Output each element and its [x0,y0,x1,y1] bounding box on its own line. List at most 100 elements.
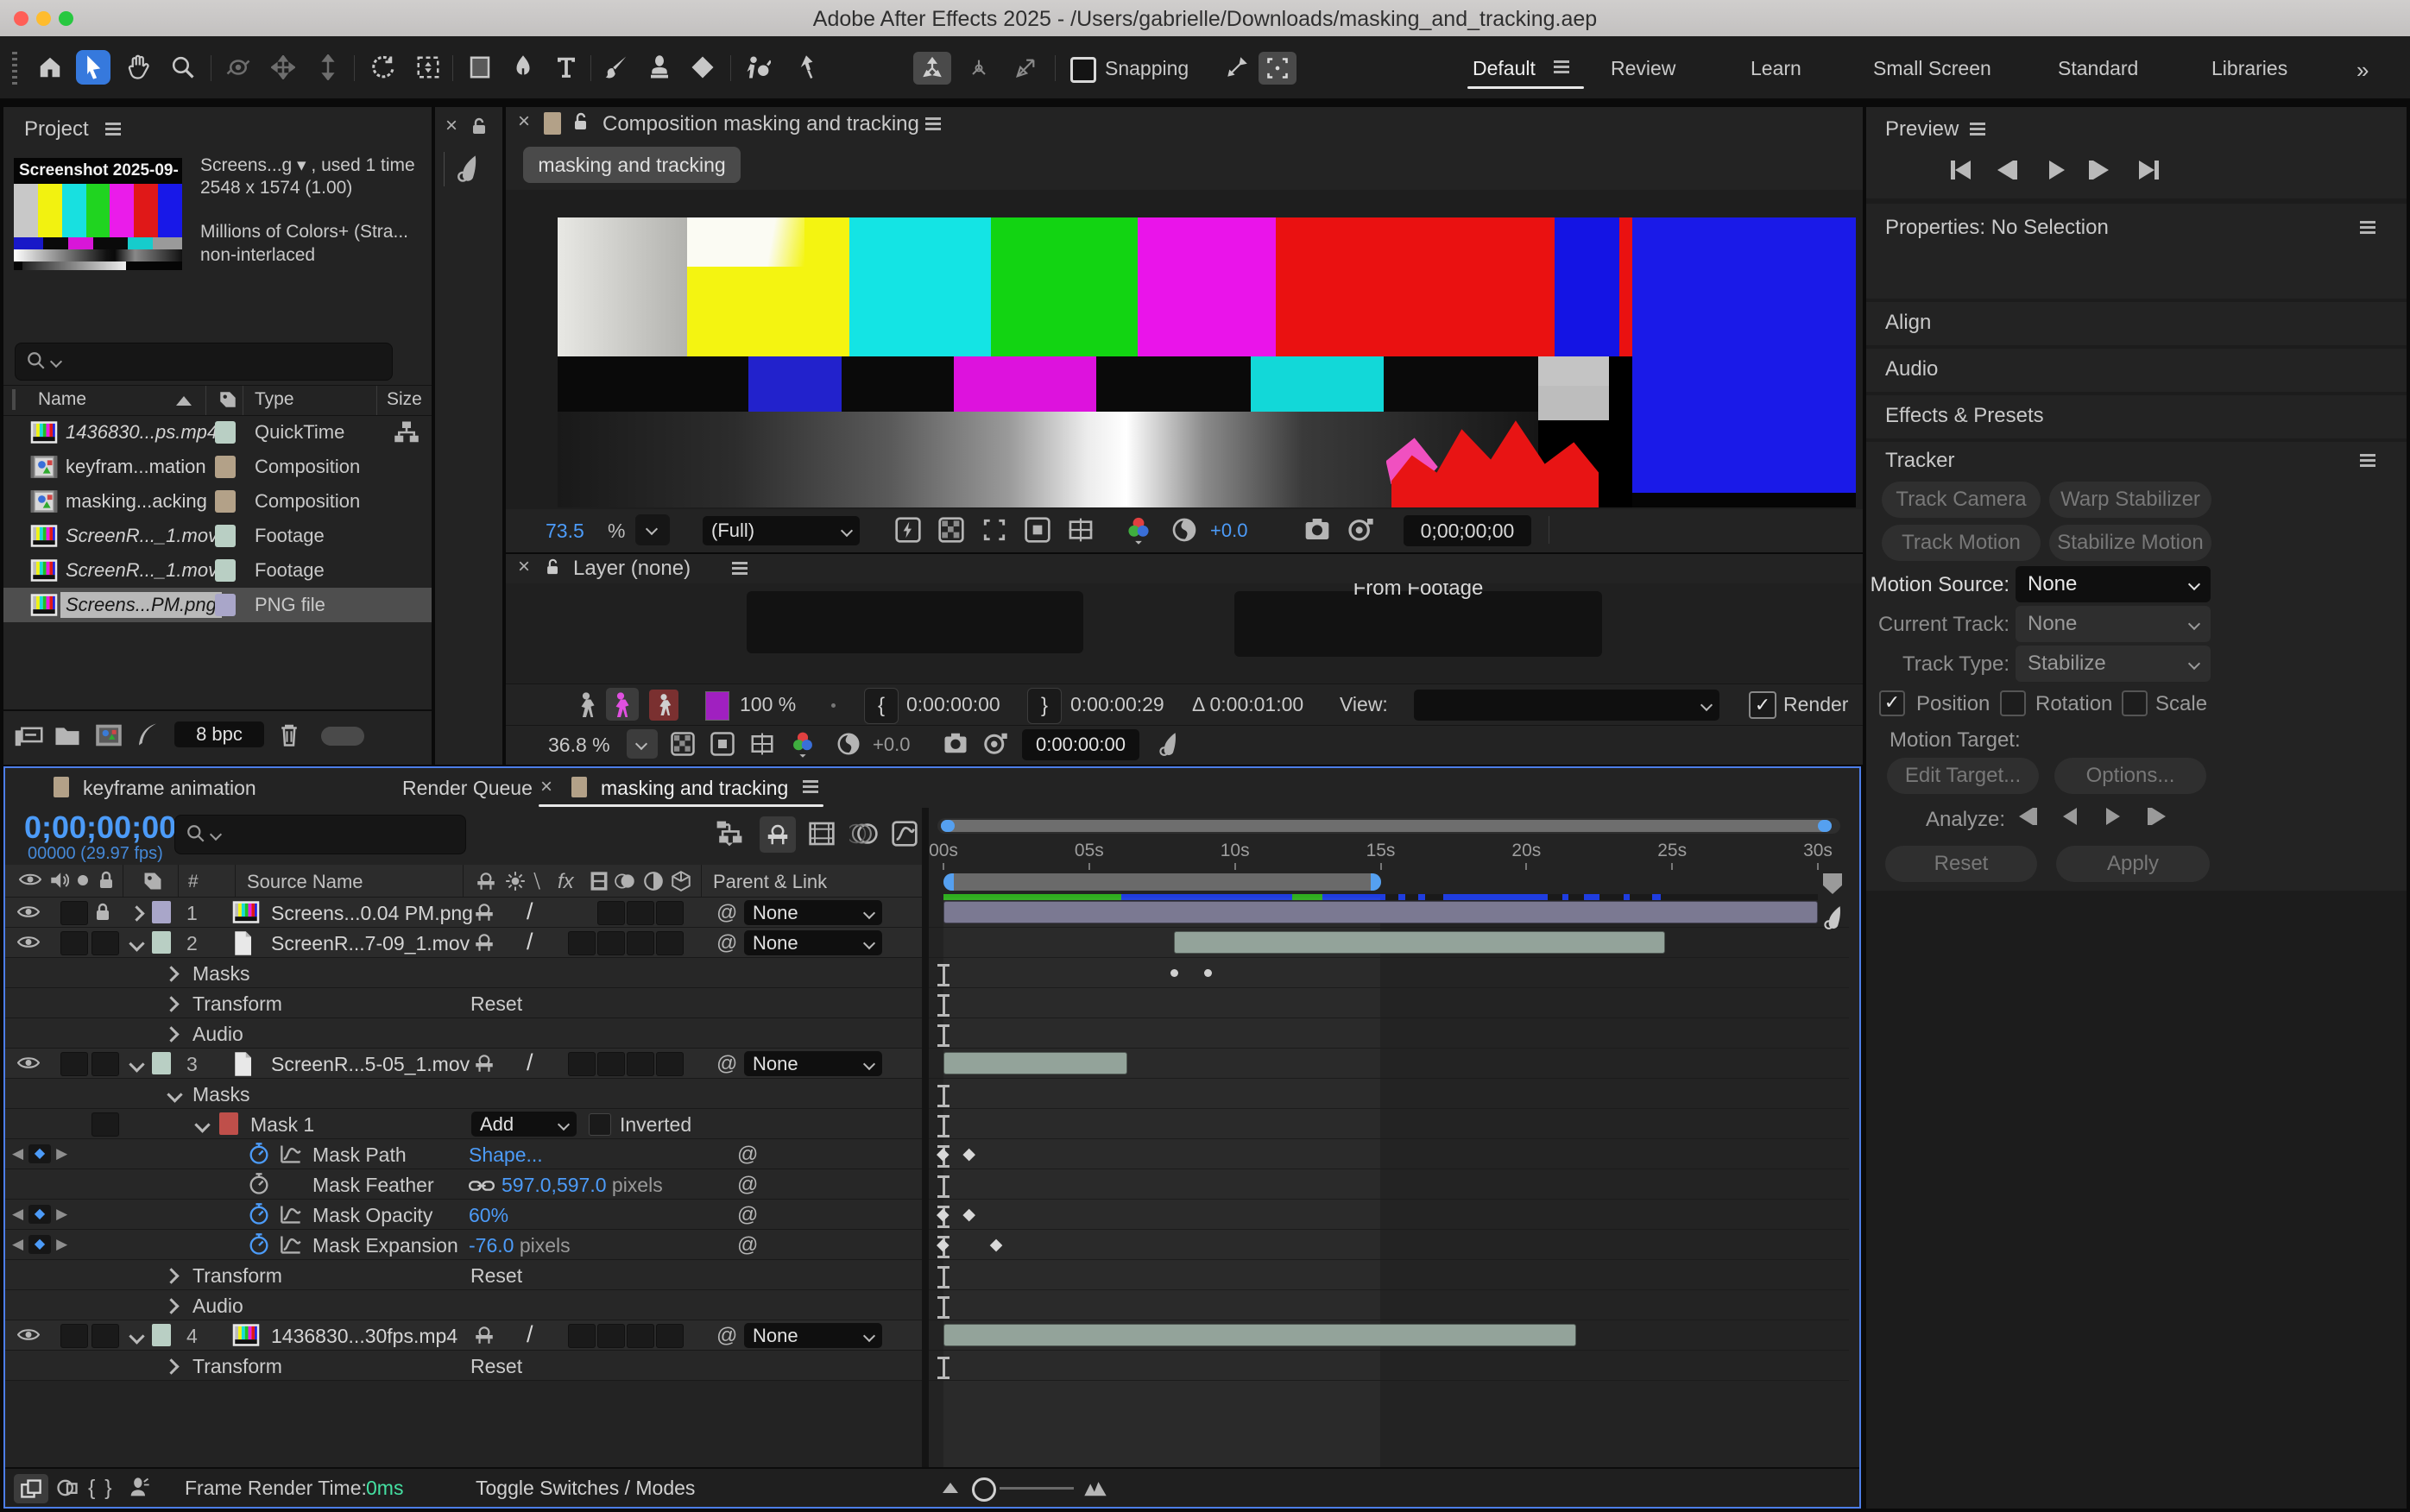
next-keyframe-icon[interactable]: ▶ [56,1145,67,1162]
first-frame-icon[interactable] [1951,161,1971,184]
parent-dropdown[interactable]: None [744,900,882,925]
tab-keyframe-animation[interactable]: keyframe animation [83,777,256,800]
item-name[interactable]: masking...acking [66,490,207,513]
layer-source-name[interactable]: Screens...0.04 PM.png [271,902,473,925]
stopwatch-icon[interactable] [249,1232,269,1257]
expand-chevron-icon[interactable] [163,1298,179,1314]
toggle-switches-modes-button[interactable]: Toggle Switches / Modes [476,1477,695,1500]
analyze-backward-frame-icon[interactable] [2019,808,2037,829]
group-label[interactable]: Transform [192,1264,282,1288]
timeline-row-Mask Opacity[interactable]: ◀◆▶Mask Opacity60%@ [5,1200,922,1230]
layer-source-name[interactable]: 1436830...30fps.mp4 [271,1325,457,1348]
group-label[interactable]: Transform [192,1355,282,1378]
timeline-row-Mask Feather[interactable]: Mask Feather597.0,597.0 pixels@ [5,1169,922,1200]
expand-chevron-icon[interactable] [129,1056,144,1072]
layer-source-name[interactable]: ScreenR...7-09_1.mov [271,932,470,955]
timeline-row-Transform[interactable]: TransformReset [5,1260,922,1290]
viewer-tab-masking-and-tracking[interactable]: masking and tracking [523,147,741,183]
column-name[interactable]: Name [38,389,86,410]
rotation-tool-icon[interactable] [366,50,401,85]
work-area-end-handle[interactable] [1371,873,1381,891]
shy-switch-icon[interactable] [473,931,495,954]
out-point-value[interactable]: 0:00:00:29 [1070,693,1164,716]
panel-resize-grip[interactable] [321,727,364,746]
preview-panel-menu-icon[interactable] [1970,123,1985,138]
prev-keyframe-icon[interactable]: ◀ [12,1206,23,1223]
current-time-display[interactable]: 0;00;00;00 [24,810,176,846]
alpha-boundary-value[interactable]: 100 % [740,693,796,716]
timeline-row-1436830...30fps.mp4[interactable]: 41436830...30fps.mp4/@None [5,1320,922,1351]
layer-exposure-value[interactable]: +0.0 [873,734,910,756]
align-panel-header[interactable]: Align [1866,302,2407,345]
frame-blending-icon[interactable] [808,820,836,847]
edit-target-button[interactable]: Edit Target... [1887,758,2039,794]
keyframe-toggle-icon[interactable]: ◆ [28,1205,51,1224]
track-row[interactable] [929,1351,1849,1381]
keyframe-dot[interactable] [1204,969,1212,977]
quill-icon[interactable] [1821,904,1844,930]
timeline-row-Mask 1[interactable]: Mask 1AddInverted [5,1109,922,1139]
layer-duration-bar[interactable] [943,1324,1576,1346]
scale-checkbox[interactable] [2122,690,2148,716]
keyframe-navigator[interactable]: ◀◆▶ [12,1235,67,1254]
project-item-row[interactable]: ScreenR..._1.movFootage [3,519,432,553]
quality-switch-icon[interactable]: / [527,929,533,955]
expand-chevron-icon[interactable] [163,1026,179,1042]
rotation-checkbox[interactable] [2000,690,2026,716]
property-label[interactable]: Mask Opacity [312,1204,432,1227]
show-snapshot-icon[interactable] [1347,516,1374,542]
parent-dropdown[interactable]: None [744,1051,882,1076]
item-label-swatch[interactable] [215,559,236,582]
item-name[interactable]: 1436830...ps.mp4 [66,421,218,444]
out-point-bracket-icon[interactable]: } [1027,688,1062,724]
layer-duration-bar[interactable] [943,1052,1127,1074]
lock-icon[interactable] [95,903,110,921]
snapshot-camera-icon[interactable] [943,731,968,755]
timeline-row-Masks[interactable]: Masks [5,1079,922,1109]
parent-pickwhip-icon[interactable]: @ [716,1324,737,1348]
eraser-tool-icon[interactable] [685,50,720,85]
expand-chevron-icon[interactable] [129,1328,144,1344]
mask-name[interactable]: Mask 1 [250,1113,314,1137]
group-label[interactable]: Audio [192,1295,243,1318]
expression-braces-icon[interactable]: { } [88,1476,114,1501]
selection-tool-icon[interactable] [76,50,110,85]
stabilize-motion-button[interactable]: Stabilize Motion [2049,525,2211,561]
composition-viewport[interactable] [506,190,1863,509]
more-workspaces-chevron-icon[interactable]: » [2356,57,2369,84]
new-composition-icon[interactable] [95,723,123,747]
label-column-tag-icon[interactable] [218,389,238,410]
keyframe-toggle-icon[interactable]: ◆ [28,1144,51,1163]
project-item-row[interactable]: masking...ackingComposition [3,484,432,519]
shy-toggle-icon[interactable] [760,816,796,853]
track-row[interactable] [929,988,1849,1018]
audio-panel-header[interactable]: Audio [1866,349,2407,392]
next-frame-icon[interactable] [2089,161,2109,184]
analyze-backward-icon[interactable] [2063,808,2077,829]
property-pickwhip-icon[interactable]: @ [737,1173,758,1197]
magnification-value[interactable]: 73.5 [546,520,584,543]
timeline-row-Audio[interactable]: Audio [5,1290,922,1320]
track-row[interactable] [929,958,1849,988]
region-of-interest-icon[interactable] [981,516,1008,544]
analyze-forward-icon[interactable] [2106,808,2120,829]
mask-color-swatch[interactable] [219,1112,238,1135]
track-row[interactable]: ◆◆ [929,1139,1849,1169]
track-row[interactable]: ◆◆ [929,1230,1849,1260]
transparency-grid-icon[interactable] [937,516,965,544]
clone-stamp-tool-icon[interactable] [642,50,677,85]
graph-icon[interactable] [280,1204,302,1225]
timeline-row-Audio[interactable]: Audio [5,1018,922,1049]
layer-label-swatch[interactable] [152,1324,171,1346]
transparency-grid-icon[interactable] [670,731,696,757]
parent-link-column-header[interactable]: Parent & Link [713,871,827,893]
graph-editor-icon[interactable] [891,820,918,847]
previous-frame-icon[interactable] [1997,161,2017,184]
shy-switch-icon[interactable] [473,901,495,923]
motion-blur-icon[interactable] [849,820,879,847]
timeline-horizontal-scrollbar[interactable] [937,818,1840,834]
layer-magnification-value[interactable]: 36.8 % [548,734,610,757]
mask-inverted-checkbox[interactable] [589,1113,611,1136]
expand-chevron-icon[interactable] [129,936,144,951]
layer-label-swatch[interactable] [152,1052,171,1074]
